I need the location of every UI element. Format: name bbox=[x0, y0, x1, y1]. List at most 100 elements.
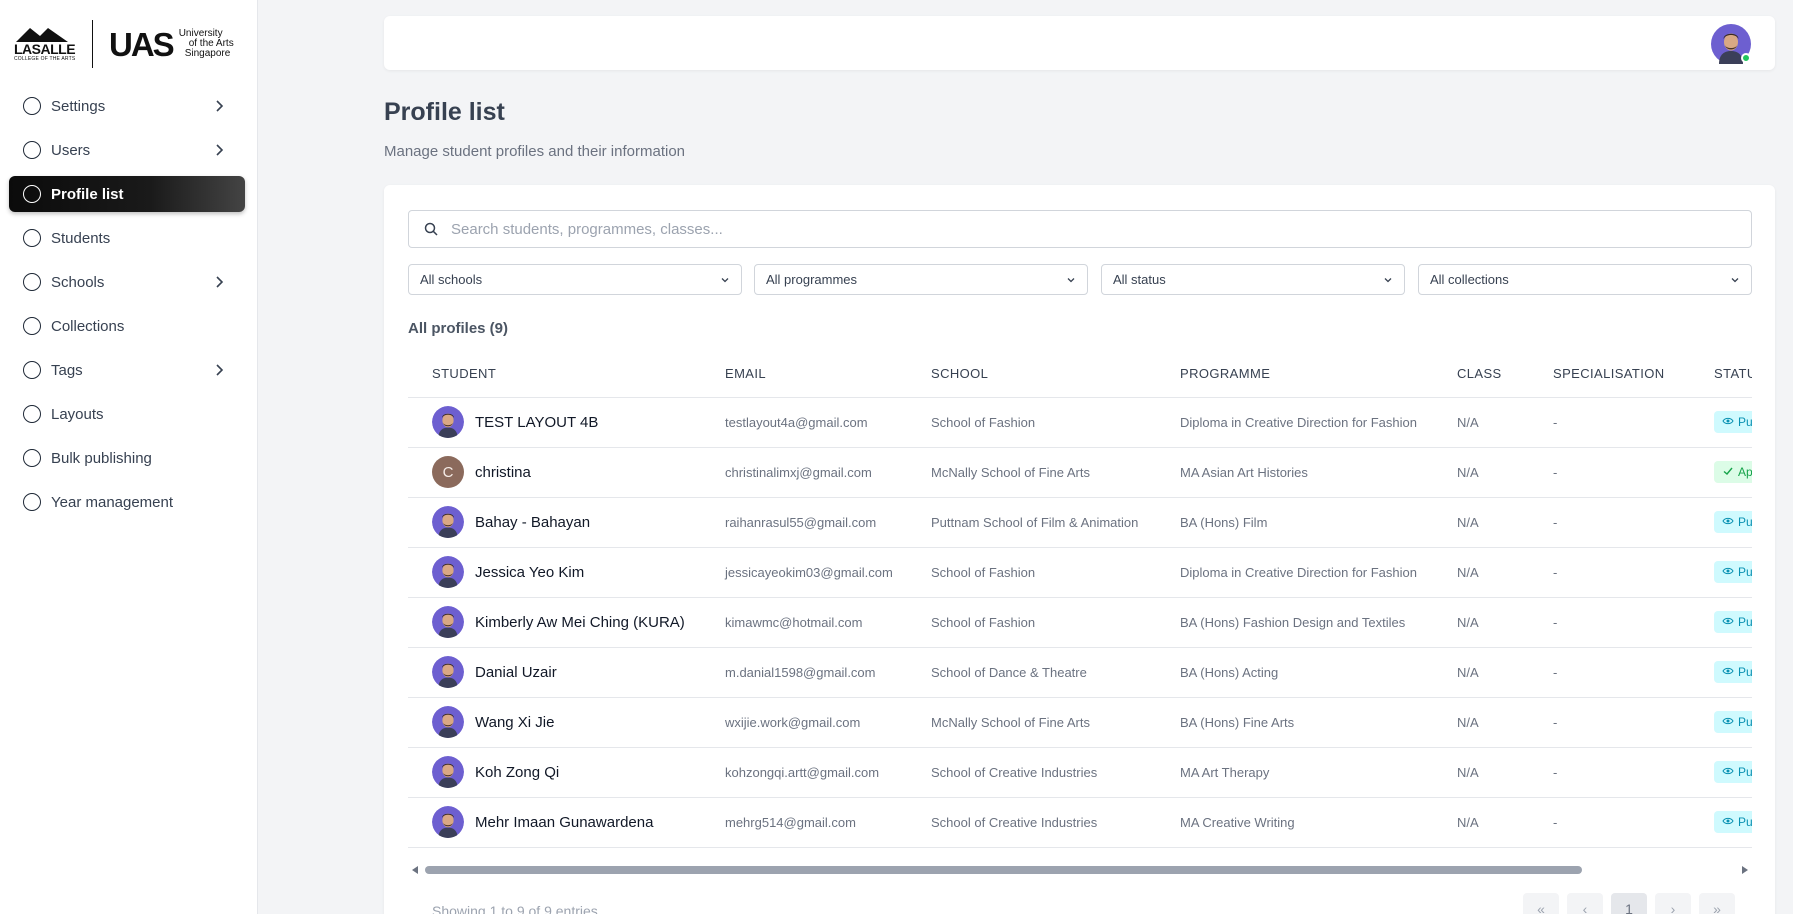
profiles-table: STUDENT EMAIL SCHOOL PROGRAMME CLASS SPE… bbox=[408, 351, 1752, 848]
student-cell[interactable]: Cchristina bbox=[408, 447, 701, 498]
student-info: Cchristina bbox=[432, 456, 701, 488]
sidebar-item-label: Students bbox=[51, 229, 111, 247]
status-badge[interactable]: Published bbox=[1714, 611, 1752, 633]
sidebar-item-layouts[interactable]: Layouts bbox=[9, 396, 245, 432]
student-name[interactable]: Bahay - Bahayan bbox=[475, 514, 590, 531]
student-cell[interactable]: Bahay - Bahayan bbox=[408, 497, 701, 548]
search-box[interactable] bbox=[408, 210, 1752, 248]
column-header-programme[interactable]: PROGRAMME bbox=[1156, 351, 1433, 398]
student-cell[interactable]: Koh Zong Qi bbox=[408, 747, 701, 798]
status-badge[interactable]: Approved bbox=[1714, 461, 1752, 483]
column-header-class[interactable]: CLASS bbox=[1433, 351, 1529, 398]
pagination: « ‹ 1 › » bbox=[1515, 893, 1735, 914]
next-page-button[interactable]: › bbox=[1655, 893, 1691, 914]
status-badge[interactable]: Published bbox=[1714, 411, 1752, 433]
status-badge[interactable]: Published bbox=[1714, 561, 1752, 583]
user-avatar[interactable] bbox=[1711, 24, 1751, 64]
page-number-button[interactable]: 1 bbox=[1611, 893, 1647, 914]
eye-icon bbox=[1722, 665, 1738, 680]
column-header-specialisation[interactable]: SPECIALISATION bbox=[1529, 351, 1690, 398]
programme-cell: BA (Hons) Film bbox=[1156, 497, 1433, 548]
table-row[interactable]: Kimberly Aw Mei Ching (KURA) kimawmc@hotm… bbox=[408, 597, 1752, 648]
column-header-student[interactable]: STUDENT bbox=[408, 351, 701, 398]
table-row[interactable]: Jessica Yeo Kim jessicayeokim03@gmail.com… bbox=[408, 547, 1752, 598]
sidebar-item-label: Layouts bbox=[51, 405, 104, 423]
school-cell: School of Fashion bbox=[907, 597, 1156, 648]
student-name[interactable]: Jessica Yeo Kim bbox=[475, 564, 584, 581]
schools-filter[interactable]: All schools bbox=[408, 264, 742, 295]
student-name[interactable]: TEST LAYOUT 4B bbox=[475, 414, 598, 431]
student-cell[interactable]: Jessica Yeo Kim bbox=[408, 547, 701, 598]
class-cell: N/A bbox=[1433, 497, 1529, 548]
lasalle-logo[interactable]: LASALLE COLLEGE OF THE ARTS bbox=[14, 26, 76, 63]
table-row[interactable]: Koh Zong Qi kohzongqi.artt@gmail.com Schoo… bbox=[408, 747, 1752, 798]
student-name[interactable]: Kimberly Aw Mei Ching (KURA) bbox=[475, 614, 685, 631]
collections-filter[interactable]: All collections bbox=[1418, 264, 1752, 295]
eye-icon bbox=[1722, 615, 1738, 630]
sidebar-item-users[interactable]: Users bbox=[9, 132, 245, 168]
status-cell: Published bbox=[1690, 547, 1752, 598]
programmes-filter-value: All programmes bbox=[766, 272, 858, 287]
sidebar-item-label: Bulk publishing bbox=[51, 449, 152, 467]
eye-icon bbox=[1722, 515, 1738, 530]
student-cell[interactable]: TEST LAYOUT 4B bbox=[408, 397, 701, 448]
sidebar-item-year-management[interactable]: Year management bbox=[9, 484, 245, 520]
uas-logo[interactable]: UAS University of the Arts Singapore bbox=[109, 28, 234, 61]
horizontal-scrollbar[interactable] bbox=[408, 863, 1752, 877]
student-name[interactable]: Danial Uzair bbox=[475, 664, 557, 681]
scroll-left-arrow-icon[interactable] bbox=[412, 866, 418, 874]
programmes-filter[interactable]: All programmes bbox=[754, 264, 1088, 295]
sidebar-item-collections[interactable]: Collections bbox=[9, 308, 245, 344]
sidebar-item-bulk-publishing[interactable]: Bulk publishing bbox=[9, 440, 245, 476]
status-filter[interactable]: All status bbox=[1101, 264, 1405, 295]
status-badge[interactable]: Published bbox=[1714, 811, 1752, 833]
sidebar-item-schools[interactable]: Schools bbox=[9, 264, 245, 300]
student-name[interactable]: Mehr Imaan Gunawardena bbox=[475, 814, 653, 831]
student-cell[interactable]: Mehr Imaan Gunawardena bbox=[408, 797, 701, 848]
table-row[interactable]: Mehr Imaan Gunawardena mehrg514@gmail.com… bbox=[408, 797, 1752, 848]
schools-filter-value: All schools bbox=[420, 272, 483, 287]
sidebar-nav: Settings Users Profile list Students Sch… bbox=[9, 88, 245, 528]
class-cell: N/A bbox=[1433, 647, 1529, 698]
scroll-right-arrow-icon[interactable] bbox=[1742, 866, 1748, 874]
status-cell: Published bbox=[1690, 797, 1752, 848]
table-row[interactable]: Bahay - Bahayan raihanrasul55@gmail.com Pu… bbox=[408, 497, 1752, 548]
table-row[interactable]: Cchristina christinalimxj@gmail.com McNall… bbox=[408, 447, 1752, 498]
student-cell[interactable]: Wang Xi Jie bbox=[408, 697, 701, 748]
first-page-button[interactable]: « bbox=[1523, 893, 1559, 914]
status-badge[interactable]: Published bbox=[1714, 511, 1752, 533]
student-name[interactable]: christina bbox=[475, 464, 531, 481]
profiles-card: All schools All programmes All status Al… bbox=[384, 185, 1775, 914]
student-name[interactable]: Wang Xi Jie bbox=[475, 714, 554, 731]
sidebar-item-students[interactable]: Students bbox=[9, 220, 245, 256]
status-badge[interactable]: Published bbox=[1714, 711, 1752, 733]
sidebar-item-tags[interactable]: Tags bbox=[9, 352, 245, 388]
table-row[interactable]: Danial Uzair m.danial1598@gmail.com School… bbox=[408, 647, 1752, 698]
column-header-school[interactable]: SCHOOL bbox=[907, 351, 1156, 398]
status-badge-label: Published bbox=[1738, 765, 1752, 779]
status-badge[interactable]: Published bbox=[1714, 661, 1752, 683]
sidebar-item-profile-list[interactable]: Profile list bbox=[9, 176, 245, 212]
previous-page-button[interactable]: ‹ bbox=[1567, 893, 1603, 914]
circle-icon bbox=[23, 97, 41, 115]
student-info: Jessica Yeo Kim bbox=[432, 556, 701, 588]
scrollbar-thumb[interactable] bbox=[425, 866, 1582, 874]
specialisation-cell: - bbox=[1529, 447, 1690, 498]
search-input[interactable] bbox=[451, 220, 1731, 238]
column-header-email[interactable]: EMAIL bbox=[701, 351, 907, 398]
student-photo-icon bbox=[432, 406, 464, 438]
specialisation-cell: - bbox=[1529, 647, 1690, 698]
column-header-status[interactable]: STATUS bbox=[1690, 351, 1752, 398]
table-row[interactable]: Wang Xi Jie wxijie.work@gmail.com McNally … bbox=[408, 697, 1752, 748]
student-cell[interactable]: Danial Uzair bbox=[408, 647, 701, 698]
email-cell: m.danial1598@gmail.com bbox=[701, 647, 907, 698]
status-badge[interactable]: Published bbox=[1714, 761, 1752, 783]
student-cell[interactable]: Kimberly Aw Mei Ching (KURA) bbox=[408, 597, 701, 648]
student-name[interactable]: Koh Zong Qi bbox=[475, 764, 559, 781]
last-page-button[interactable]: » bbox=[1699, 893, 1735, 914]
specialisation-cell: - bbox=[1529, 797, 1690, 848]
logo-area: LASALLE COLLEGE OF THE ARTS UAS Universi… bbox=[14, 18, 244, 70]
table-row[interactable]: TEST LAYOUT 4B testlayout4a@gmail.com Scho… bbox=[408, 397, 1752, 448]
sidebar-item-settings[interactable]: Settings bbox=[9, 88, 245, 124]
table-body: TEST LAYOUT 4B testlayout4a@gmail.com Scho… bbox=[408, 397, 1752, 848]
